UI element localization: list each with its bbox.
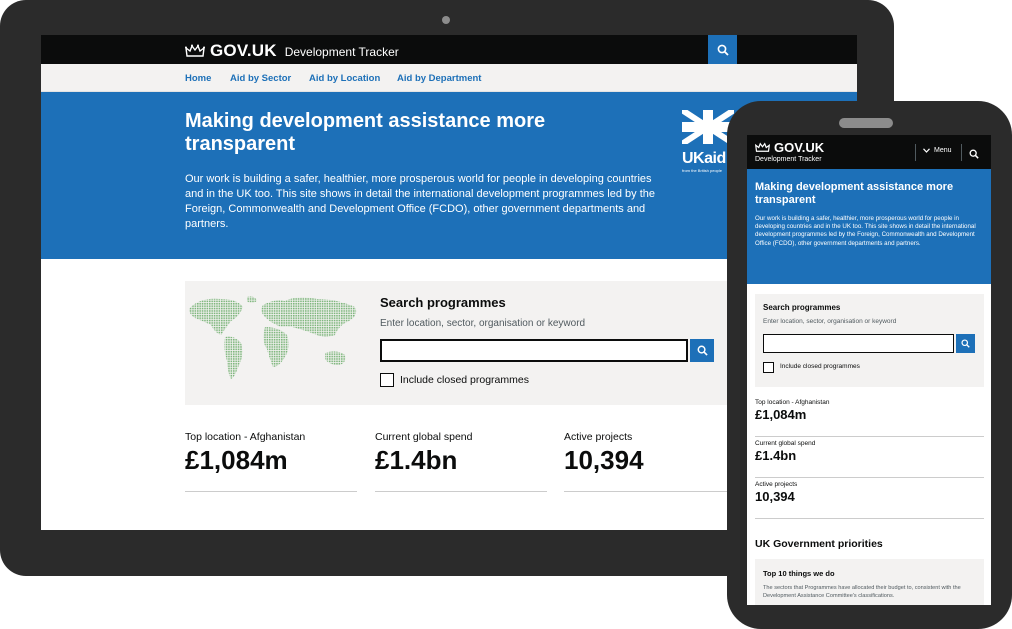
nav-aid-by-sector[interactable]: Aid by Sector [230,73,291,84]
search-submit-button[interactable] [690,339,714,362]
search-hint: Enter location, sector, organisation or … [380,318,586,329]
header-search-button[interactable] [708,35,737,64]
mobile-stat-active-projects: Active projects 10,394 [755,481,984,519]
govuk-logo-link[interactable]: GOV.UK Development Tracker [185,41,399,61]
stat-value: 10,394 [564,445,644,475]
chevron-down-icon [923,148,930,153]
world-map [189,296,357,379]
mobile-search-submit-button[interactable] [956,334,975,353]
stat-value: £1,084m [185,445,288,475]
search-icon [717,44,729,56]
mobile-stat-top-location: Top location - Afghanistan £1,084m [755,399,984,437]
crown-icon [185,44,205,57]
stat-label: Top location - Afghanistan [185,431,306,443]
mobile-hero-banner: Making development assistance more trans… [747,169,991,284]
crown-icon [755,142,770,152]
govuk-header: GOV.UK Development Tracker [41,35,857,64]
header-divider [915,144,916,161]
priority-card-description: The sectors that Programmes have allocat… [763,585,961,599]
mobile-search-title: Search programmes [763,303,841,312]
mobile-hero-title: Making development assistance more trans… [755,181,954,206]
mobile-hero-description: Our work is building a safer, healthier,… [755,215,976,247]
stat-active-projects: Active projects 10,394 [564,431,736,492]
stat-label: Active projects [755,481,798,488]
priority-card[interactable]: Top 10 things we do The sectors that Pro… [755,559,984,605]
stat-global-spend: Current global spend £1.4bn [375,431,547,492]
priorities-heading: UK Government priorities [755,538,883,550]
hero-description: Our work is building a safer, healthier,… [185,173,656,230]
mobile-stat-global-spend: Current global spend £1.4bn [755,440,984,478]
priority-card-title[interactable]: Top 10 things we do [763,569,835,578]
search-panel: Search programmes Enter location, sector… [185,281,730,405]
search-icon [969,149,979,159]
search-title: Search programmes [380,295,506,310]
mobile-logo-text: GOV.UK [774,140,825,155]
mobile-header-search-button[interactable] [969,146,979,164]
govuk-logo-text: GOV.UK [210,41,277,60]
search-icon [697,345,708,356]
mobile-govuk-header: GOV.UK Development Tracker Menu [747,135,991,169]
tablet-camera [442,16,450,24]
nav-home[interactable]: Home [185,73,211,84]
phone-speaker [839,118,893,128]
primary-navigation: Home Aid by Sector Aid by Location Aid b… [41,64,857,92]
phone-device: GOV.UK Development Tracker Menu Making d… [727,101,1012,629]
phone-screen: GOV.UK Development Tracker Menu Making d… [747,135,991,605]
mobile-search-input[interactable] [763,334,954,353]
stat-top-location: Top location - Afghanistan £1,084m [185,431,357,492]
hero-title: Making development assistance more trans… [185,110,546,155]
mobile-menu-label: Menu [934,147,952,154]
nav-aid-by-location[interactable]: Aid by Location [309,73,380,84]
mobile-menu-button[interactable]: Menu [923,147,952,154]
mobile-include-closed-checkbox[interactable] [763,362,774,373]
mobile-service-name[interactable]: Development Tracker [755,156,822,163]
include-closed-label[interactable]: Include closed programmes [400,374,529,386]
stat-label: Top location - Afghanistan [755,399,830,406]
include-closed-checkbox[interactable] [380,373,394,387]
stat-value: 10,394 [755,489,795,504]
stat-label: Current global spend [375,431,473,443]
stat-label: Active projects [564,431,633,443]
header-divider [961,144,962,161]
stat-value: £1,084m [755,407,807,422]
nav-aid-by-department[interactable]: Aid by Department [397,73,481,84]
stat-label: Current global spend [755,440,816,447]
stat-value: £1.4bn [755,448,797,463]
mobile-search-panel: Search programmes Enter location, sector… [755,294,984,387]
mobile-search-hint: Enter location, sector, organisation or … [763,318,897,325]
search-input[interactable] [380,339,688,362]
service-name[interactable]: Development Tracker [285,45,399,59]
mobile-govuk-logo-link[interactable]: GOV.UK [755,140,824,155]
search-icon [961,339,970,348]
mobile-include-closed-label[interactable]: Include closed programmes [780,363,860,370]
stat-value: £1.4bn [375,445,458,475]
